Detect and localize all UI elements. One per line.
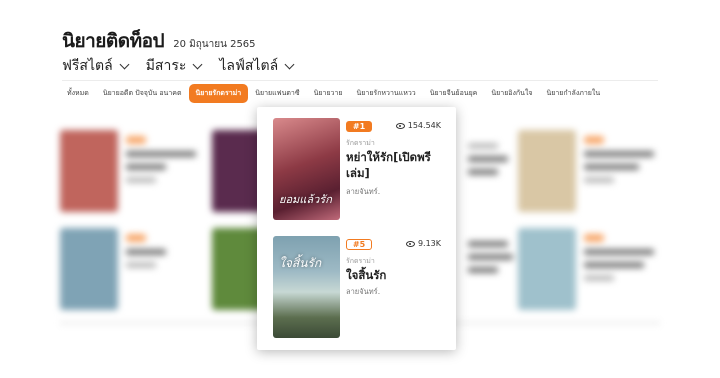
blurred-book-card	[518, 228, 654, 310]
tab-all[interactable]: ทั้งหมด	[60, 84, 96, 103]
tab-sweet-romance[interactable]: นิยายรักหวานแหวว	[350, 84, 423, 103]
filter-label: ไลฟ์สไตล์	[219, 58, 279, 74]
blurred-book-card	[60, 228, 166, 310]
rank-badge: #5	[346, 239, 372, 250]
blurred-book-card	[60, 130, 196, 212]
book-title[interactable]: ใจสิ้นรัก	[346, 267, 446, 283]
chevron-down-icon	[119, 59, 130, 69]
tab-past-present-future[interactable]: นิยายอดีต ปัจจุบัน อนาคต	[96, 84, 189, 103]
filter-freestyle-dropdown[interactable]: ฟรีสไตล์	[62, 55, 130, 77]
book-card[interactable]: ยอมแล้วรัก #1 154.54K รักดราม่า หย่าให้ร…	[273, 118, 443, 222]
book-genre: รักดราม่า	[346, 257, 375, 265]
book-title[interactable]: หย่าให้รัก[เปิดพรีเล่ม]	[346, 149, 446, 181]
eye-icon	[405, 240, 415, 247]
page-header: นิยายติดท็อป 20 มิถุนายน 2565	[62, 26, 256, 56]
tab-heartwarming[interactable]: นิยายอิงกันใจ	[484, 84, 539, 103]
tab-chinese-historical[interactable]: นิยายจีนย้อนยุค	[423, 84, 485, 103]
book-author[interactable]: ลายจันทร์.	[346, 286, 380, 298]
category-tabs: ทั้งหมด นิยายอดีต ปัจจุบัน อนาคต นิยายรั…	[60, 83, 660, 103]
page-date: 20 มิถุนายน 2565	[173, 39, 256, 50]
view-count: 9.13K	[405, 239, 441, 248]
blurred-book-card	[518, 130, 654, 212]
tab-drama[interactable]: นิยายรักดราม่า	[188, 83, 249, 103]
book-author[interactable]: ลายจันทร์.	[346, 186, 380, 198]
rank-badge: #1	[346, 121, 372, 132]
top-books-popup: ยอมแล้วรัก #1 154.54K รักดราม่า หย่าให้ร…	[257, 107, 456, 350]
blurred-book-card	[460, 130, 508, 175]
book-cover[interactable]: ใจสิ้นรัก	[273, 236, 340, 338]
cover-title: ใจสิ้นรัก	[279, 256, 322, 270]
page-title: นิยายติดท็อป	[62, 30, 165, 52]
filter-lifestyle-dropdown[interactable]: ไลฟ์สไตล์	[219, 55, 295, 77]
book-card[interactable]: ใจสิ้นรัก #5 9.13K รักดราม่า ใจสิ้นรัก ล…	[273, 236, 443, 340]
tab-yaoi[interactable]: นิยายวาย	[307, 84, 350, 103]
filter-label: ฟรีสไตล์	[62, 58, 113, 74]
book-genre: รักดราม่า	[346, 139, 375, 147]
book-cover[interactable]: ยอมแล้วรัก	[273, 118, 340, 220]
view-count-value: 154.54K	[407, 121, 441, 130]
view-count-value: 9.13K	[417, 239, 441, 248]
blurred-book-card	[460, 228, 513, 273]
filter-useful-dropdown[interactable]: มีสาระ	[145, 55, 203, 77]
view-count: 154.54K	[395, 121, 441, 130]
chevron-down-icon	[284, 59, 295, 69]
filter-bar: ฟรีสไตล์ มีสาระ ไลฟ์สไตล์	[62, 55, 295, 77]
filter-label: มีสาระ	[145, 58, 187, 74]
eye-icon	[395, 122, 405, 129]
tab-fantasy[interactable]: นิยายแฟนตาซี	[248, 84, 306, 103]
cover-title: ยอมแล้วรัก	[279, 193, 332, 206]
header-divider	[62, 80, 658, 81]
chevron-down-icon	[192, 59, 203, 69]
tab-martial-arts[interactable]: นิยายกำลังภายใน	[539, 84, 607, 103]
